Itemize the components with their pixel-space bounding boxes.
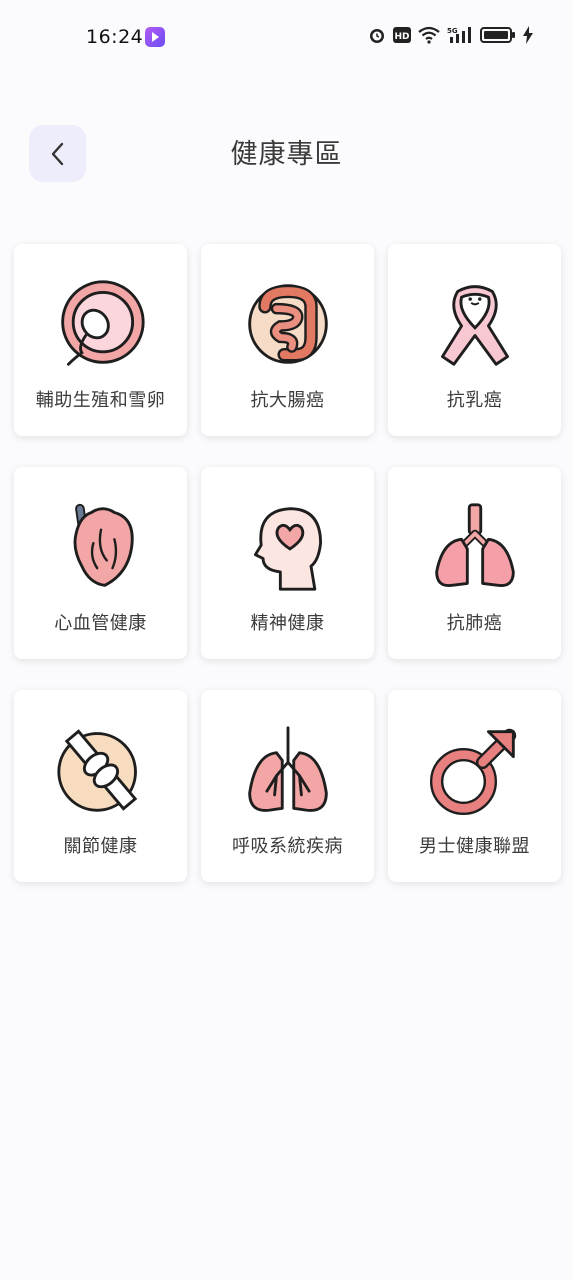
intestine-icon xyxy=(242,274,334,374)
category-label: 抗乳癌 xyxy=(446,390,503,411)
fertility-icon xyxy=(55,274,147,374)
category-card-fertility[interactable]: 輔助生殖和雪卵 xyxy=(14,244,187,436)
category-card-lung-cancer[interactable]: 抗肺癌 xyxy=(388,467,561,659)
category-card-joint-health[interactable]: 關節健康 xyxy=(14,690,187,882)
category-grid: 輔助生殖和雪卵 抗大腸癌 抗乳癌 心血管健康 精神健康 抗肺癌 關節健康 呼吸系… xyxy=(14,244,561,882)
status-icons: HD 5G xyxy=(368,26,533,44)
category-label: 抗大腸癌 xyxy=(250,390,325,411)
heart-organ-icon xyxy=(55,497,147,597)
category-card-respiratory[interactable]: 呼吸系統疾病 xyxy=(201,690,374,882)
hd-icon: HD xyxy=(393,27,411,43)
page-title: 健康專區 xyxy=(230,139,343,170)
alarm-icon xyxy=(370,29,384,43)
pink-ribbon-icon xyxy=(429,274,521,374)
status-time: 16:24 xyxy=(86,26,144,48)
category-label: 呼吸系統疾病 xyxy=(232,836,343,857)
joint-bone-icon xyxy=(55,720,147,820)
category-label: 關節健康 xyxy=(63,836,138,857)
category-label: 男士健康聯盟 xyxy=(419,836,530,857)
category-card-breast-cancer[interactable]: 抗乳癌 xyxy=(388,244,561,436)
category-card-cardiovascular[interactable]: 心血管健康 xyxy=(14,467,187,659)
svg-text:HD: HD xyxy=(394,32,409,42)
category-card-mental-health[interactable]: 精神健康 xyxy=(201,467,374,659)
battery-icon xyxy=(480,27,515,43)
respiratory-lungs-icon xyxy=(242,720,334,820)
category-label: 輔助生殖和雪卵 xyxy=(35,390,166,411)
category-label: 心血管健康 xyxy=(54,613,147,634)
male-symbol-icon xyxy=(429,720,521,820)
status-bar: 16:24 HD 5G xyxy=(0,0,573,74)
signal-5g-icon: 5G xyxy=(447,27,471,43)
mental-health-icon xyxy=(242,497,334,597)
category-label: 抗肺癌 xyxy=(446,613,503,634)
lung-icon xyxy=(429,497,521,597)
app-notification-icon xyxy=(145,27,165,47)
charging-icon xyxy=(523,26,533,44)
category-card-mens-health[interactable]: 男士健康聯盟 xyxy=(388,690,561,882)
wifi-icon xyxy=(418,26,440,44)
svg-text:5G: 5G xyxy=(447,27,458,35)
category-label: 精神健康 xyxy=(250,613,325,634)
category-card-colorectal[interactable]: 抗大腸癌 xyxy=(201,244,374,436)
